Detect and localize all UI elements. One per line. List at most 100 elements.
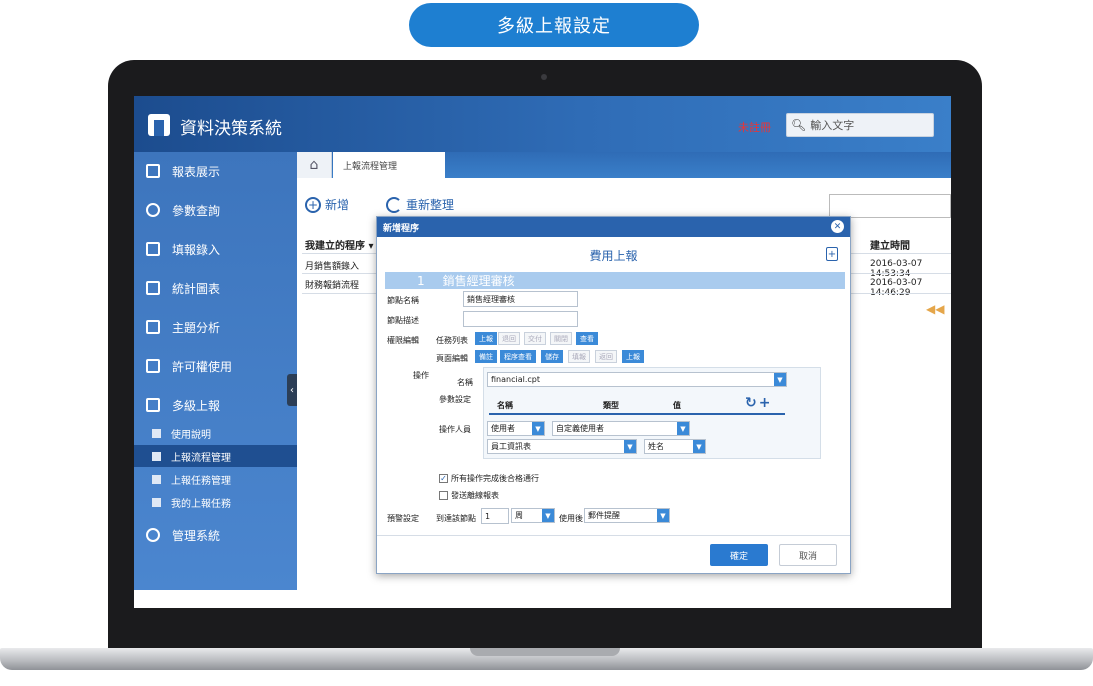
template-name-label: 名稱 bbox=[457, 378, 473, 387]
operator-field-select[interactable]: 姓名 ▼ bbox=[644, 439, 706, 454]
sidebar-sub-label: 我的上報任務 bbox=[171, 498, 231, 510]
warn-method-select[interactable]: 郵件提醒 ▼ bbox=[584, 508, 670, 523]
page-btn-back[interactable]: 返回 bbox=[595, 350, 617, 363]
sidebar-item-charts[interactable]: 統計圖表 bbox=[134, 269, 297, 307]
sidebar-sub-task-mgmt[interactable]: 上報任務管理 bbox=[134, 468, 297, 490]
operator-field-value: 姓名 bbox=[648, 442, 664, 451]
offline-report-label: 發送離線報表 bbox=[451, 491, 499, 500]
chevron-down-icon: ▼ bbox=[677, 422, 689, 435]
node-name-label: 節點名稱 bbox=[387, 296, 419, 305]
dialog-footer-divider bbox=[377, 535, 850, 536]
param-col-type: 類型 bbox=[603, 401, 619, 410]
all-done-label: 所有操作完成後合格通行 bbox=[451, 474, 539, 483]
task-btn-close[interactable]: 關閉 bbox=[550, 332, 572, 345]
chevron-down-icon: ▼ bbox=[542, 509, 554, 522]
operator-table-select[interactable]: 員工資訊表 ▼ bbox=[487, 439, 637, 454]
sidebar-item-label: 許可權使用 bbox=[172, 359, 233, 374]
doc-icon bbox=[152, 474, 161, 484]
sidebar-item-label: 報表展示 bbox=[172, 164, 221, 179]
page-btn-note[interactable]: 備註 bbox=[475, 350, 497, 363]
sidebar-sub-process-mgmt[interactable]: 上報流程管理 bbox=[134, 445, 297, 467]
sidebar-item-analysis[interactable]: 主題分析 bbox=[134, 308, 297, 346]
warn-unit-value: 周 bbox=[515, 511, 523, 520]
report-icon bbox=[146, 164, 160, 178]
table-row-time: 2016-03-07 14:53:34 bbox=[870, 259, 923, 279]
sidebar-item-multilevel[interactable]: 多級上報 bbox=[134, 386, 297, 424]
param-col-name: 名稱 bbox=[497, 401, 513, 410]
table-row-name[interactable]: 財務報銷流程 bbox=[305, 278, 359, 291]
pen-icon bbox=[146, 242, 160, 256]
table-row-name[interactable]: 月銷售額錄入 bbox=[305, 259, 359, 272]
param-refresh-add-icon[interactable]: ↻+ bbox=[745, 395, 772, 411]
page-btn-submit[interactable]: 上報 bbox=[622, 350, 644, 363]
param-header-line bbox=[489, 413, 785, 415]
col-header-process[interactable]: 我建立的程序 ▾ bbox=[305, 237, 374, 252]
sidebar-item-permission[interactable]: 許可權使用 bbox=[134, 347, 297, 385]
node-name-field[interactable]: 銷售經理審核 bbox=[463, 291, 578, 307]
col-header-created[interactable]: 建立時間 bbox=[870, 237, 910, 252]
warn-count-field[interactable]: 1 bbox=[481, 508, 509, 524]
task-btn-return[interactable]: 退回 bbox=[498, 332, 520, 345]
refresh-label: 重新整理 bbox=[406, 198, 455, 212]
sidebar-item-label: 參數查詢 bbox=[172, 203, 221, 218]
doc-icon bbox=[152, 451, 161, 461]
sidebar-sub-label: 上報流程管理 bbox=[171, 452, 231, 464]
task-btn-deliver[interactable]: 交付 bbox=[524, 332, 546, 345]
doc-icon bbox=[152, 428, 161, 438]
operator-type-select[interactable]: 使用者 ▼ bbox=[487, 421, 545, 436]
sidebar-item-label: 管理系統 bbox=[172, 528, 221, 543]
sidebar-item-reports[interactable]: 報表展示 bbox=[134, 152, 297, 190]
new-process-dialog: 新增程序 ✕ 費用上報 + 1 銷售經理審核 節點名稱 銷售經理審核 節點描述 … bbox=[376, 216, 851, 574]
operator-mode-value: 自定義使用者 bbox=[556, 424, 604, 433]
sidebar: 報表展示 參數查詢 填報錄入 統計圖表 主題分析 許可權使用 多級上報 使用說明… bbox=[134, 152, 297, 590]
step-row[interactable]: 1 銷售經理審核 bbox=[385, 272, 845, 289]
sidebar-item-entry[interactable]: 填報錄入 bbox=[134, 230, 297, 268]
task-btn-view[interactable]: 查看 bbox=[576, 332, 598, 345]
sidebar-sub-label: 上報任務管理 bbox=[171, 475, 231, 487]
sidebar-item-admin[interactable]: 管理系統 bbox=[134, 516, 297, 554]
node-desc-field[interactable] bbox=[463, 311, 578, 327]
warn-unit-select[interactable]: 周 ▼ bbox=[511, 508, 555, 523]
params-label: 參數設定 bbox=[439, 395, 471, 404]
filter-input[interactable] bbox=[829, 194, 951, 218]
template-select[interactable]: financial.cpt ▼ bbox=[487, 372, 787, 387]
checkbox-empty-icon bbox=[439, 491, 448, 500]
operator-table-value: 員工資訊表 bbox=[491, 442, 531, 451]
home-icon[interactable]: ⌂ bbox=[297, 152, 332, 178]
pager-prev-icon[interactable]: ◀◀ bbox=[926, 302, 944, 316]
doc-icon bbox=[152, 497, 161, 507]
page-btn-process-view[interactable]: 程序查看 bbox=[500, 350, 536, 363]
chevron-down-icon: ▼ bbox=[532, 422, 544, 435]
register-link[interactable]: 未註冊 bbox=[738, 119, 771, 135]
cancel-button[interactable]: 取消 bbox=[779, 544, 837, 566]
all-done-checkbox[interactable]: ✓ 所有操作完成後合格通行 bbox=[439, 473, 539, 484]
sidebar-sub-guide[interactable]: 使用說明 bbox=[134, 422, 297, 444]
sidebar-collapse-button[interactable]: ‹ bbox=[287, 374, 297, 406]
tab-bar: ⌂ 上報流程管理 bbox=[297, 152, 951, 178]
operator-type-value: 使用者 bbox=[491, 424, 515, 433]
gear-icon bbox=[146, 528, 160, 542]
chevron-down-icon: ▼ bbox=[657, 509, 669, 522]
task-list-label: 任務列表 bbox=[436, 336, 468, 345]
step-name: 銷售經理審核 bbox=[442, 274, 515, 288]
camera-dot bbox=[541, 74, 547, 80]
status-strip bbox=[134, 590, 951, 608]
app-header: 資料決策系統 未註冊 🔍︎ 輸入文字 bbox=[134, 96, 951, 152]
add-button[interactable]: + 新增 bbox=[305, 196, 349, 213]
search-icon: 🔍︎ bbox=[791, 118, 807, 132]
task-btn-report[interactable]: 上報 bbox=[475, 332, 497, 345]
tab-process-mgmt[interactable]: 上報流程管理 bbox=[333, 152, 445, 178]
sidebar-item-query[interactable]: 參數查詢 bbox=[134, 191, 297, 229]
add-node-icon[interactable]: + bbox=[826, 247, 838, 261]
page-btn-fill[interactable]: 填報 bbox=[568, 350, 590, 363]
search-input[interactable]: 🔍︎ 輸入文字 bbox=[786, 113, 934, 137]
offline-report-checkbox[interactable]: 發送離線報表 bbox=[439, 490, 499, 501]
app-title: 資料決策系統 bbox=[180, 119, 282, 139]
ok-button[interactable]: 確定 bbox=[710, 544, 768, 566]
operator-mode-select[interactable]: 自定義使用者 ▼ bbox=[552, 421, 690, 436]
page-btn-save[interactable]: 儲存 bbox=[541, 350, 563, 363]
refresh-button[interactable]: 重新整理 bbox=[386, 196, 454, 213]
sidebar-sub-my-tasks[interactable]: 我的上報任務 bbox=[134, 491, 297, 513]
search-placeholder: 輸入文字 bbox=[810, 119, 855, 132]
close-icon[interactable]: ✕ bbox=[831, 220, 844, 233]
